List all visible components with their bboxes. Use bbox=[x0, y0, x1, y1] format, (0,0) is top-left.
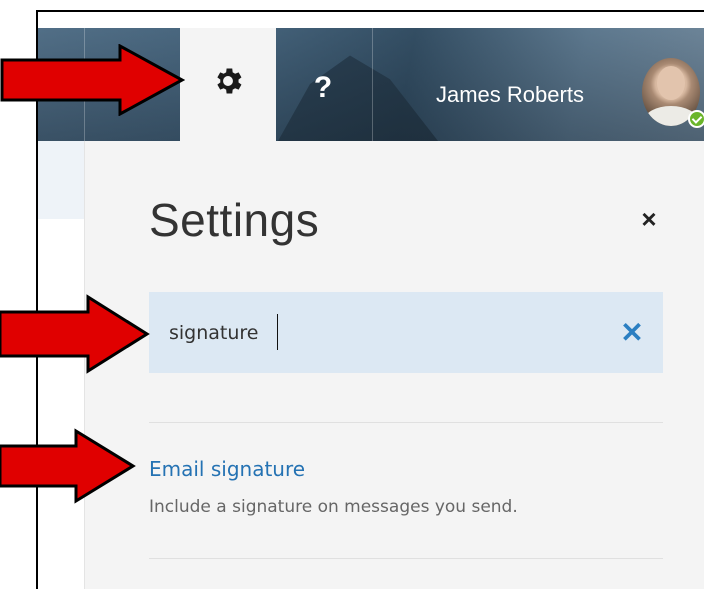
divider bbox=[149, 558, 663, 559]
red-arrow-icon bbox=[0, 294, 150, 374]
search-result-link[interactable]: Email signature bbox=[149, 457, 305, 481]
avatar-face bbox=[657, 66, 685, 100]
clear-search-button[interactable]: ✕ bbox=[617, 316, 647, 350]
text-caret bbox=[277, 314, 278, 350]
gear-icon[interactable] bbox=[211, 64, 245, 98]
red-arrow-icon bbox=[0, 428, 136, 504]
help-button[interactable]: ? bbox=[308, 68, 338, 108]
red-arrow-icon bbox=[0, 44, 185, 116]
presence-badge bbox=[688, 110, 704, 128]
settings-panel: Settings × ✕ Email signature Include a s… bbox=[85, 141, 704, 589]
search-input[interactable] bbox=[169, 316, 589, 350]
selected-folder-highlight bbox=[38, 141, 84, 219]
settings-tab[interactable] bbox=[180, 28, 276, 141]
divider bbox=[149, 422, 663, 423]
close-button[interactable]: × bbox=[635, 205, 663, 233]
header-divider bbox=[372, 28, 373, 141]
user-name[interactable]: James Roberts bbox=[436, 82, 584, 108]
settings-search-box[interactable]: ✕ bbox=[149, 292, 663, 373]
search-result-description: Include a signature on messages you send… bbox=[149, 497, 518, 517]
panel-title: Settings bbox=[149, 194, 320, 246]
header-background-mountain bbox=[278, 55, 438, 141]
